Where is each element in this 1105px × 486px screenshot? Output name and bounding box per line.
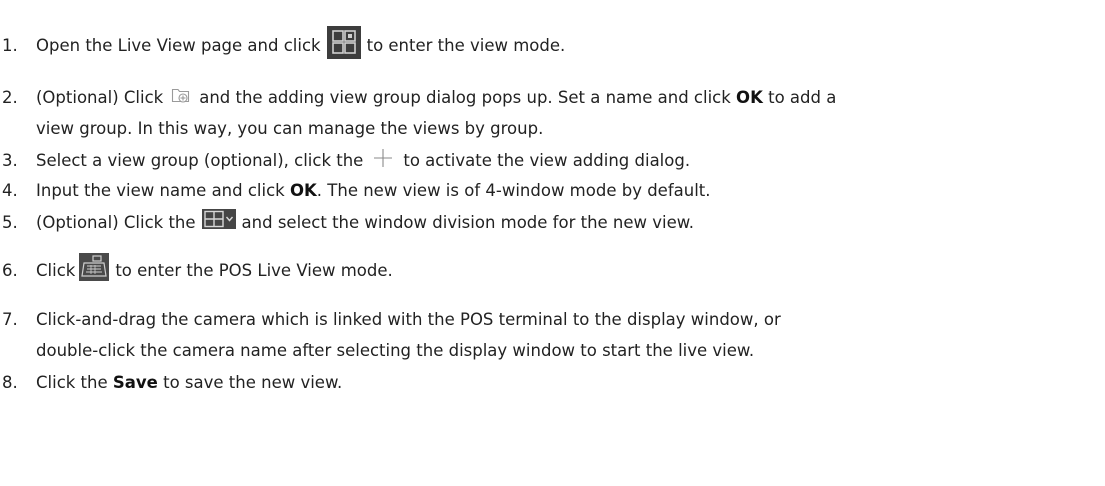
step-text: . The new view is of 4-window mode by de… xyxy=(316,181,711,200)
step-text: Open the Live View page and click xyxy=(36,36,321,55)
step-text: to enter the view mode. xyxy=(366,36,566,55)
step-text: (Optional) Click xyxy=(36,88,164,107)
step-text: to add a xyxy=(768,88,837,107)
save-keyword: Save xyxy=(112,373,158,392)
step-text: (Optional) Click the xyxy=(36,213,196,232)
step-text-line1: Click-and-drag the camera which is linke… xyxy=(36,310,781,329)
step-text: to activate the view adding dialog. xyxy=(403,151,691,170)
ok-keyword: OK xyxy=(289,181,317,200)
instruction-document: 1. Open the Live View page and click to … xyxy=(0,0,1105,486)
step-text: to enter the POS Live View mode. xyxy=(115,261,393,280)
ok-keyword: OK xyxy=(736,88,763,107)
step-text: to save the new view. xyxy=(163,373,343,392)
plus-icon xyxy=(371,146,395,170)
step-text-line2: view group. In this way, you can manage … xyxy=(36,119,544,138)
step-text: and the adding view group dialog pops up… xyxy=(199,88,731,107)
step-text: Click xyxy=(36,261,76,280)
step-text: Select a view group (optional), click th… xyxy=(36,151,364,170)
step-text: Input the view name and click xyxy=(36,181,285,200)
window-division-icon xyxy=(201,208,236,229)
view-mode-icon xyxy=(326,26,361,59)
step-text-line2: double-click the camera name after selec… xyxy=(36,341,755,360)
step-text: Click the xyxy=(36,373,108,392)
step-text: and select the window division mode for … xyxy=(241,213,695,232)
pos-live-view-icon xyxy=(79,252,110,281)
add-view-group-icon xyxy=(171,84,191,103)
